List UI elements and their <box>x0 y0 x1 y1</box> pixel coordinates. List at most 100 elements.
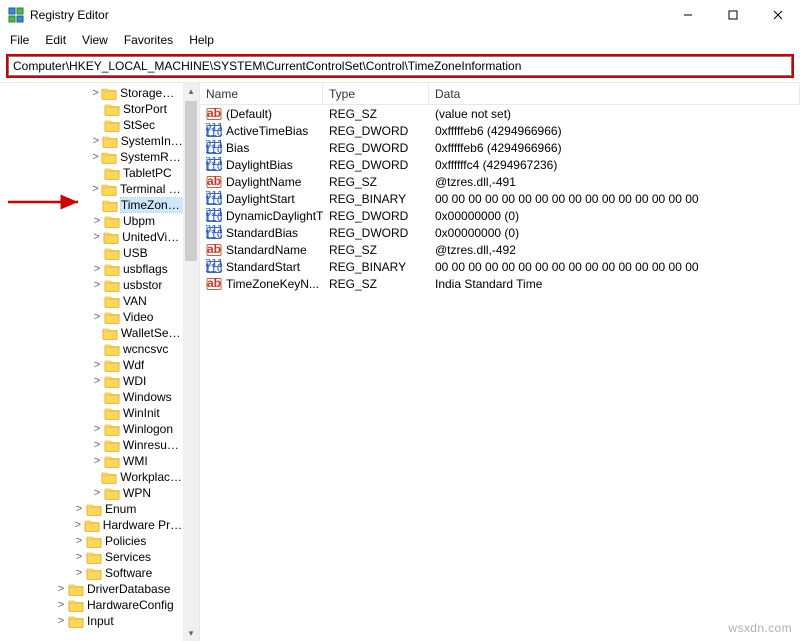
tree-item[interactable]: >Policies <box>0 533 183 549</box>
tree-item[interactable]: >Services <box>0 549 183 565</box>
expander-icon[interactable]: > <box>90 263 104 275</box>
expander-icon[interactable]: > <box>90 375 104 387</box>
tree-item[interactable]: USB <box>0 245 183 261</box>
expander-icon[interactable]: > <box>72 503 86 515</box>
tree-item[interactable]: wcncsvc <box>0 341 183 357</box>
tree-item[interactable]: >SystemResour <box>0 149 183 165</box>
tree-item-label: usbstor <box>123 278 162 292</box>
column-data[interactable]: Data <box>429 84 800 104</box>
value-data: 0xfffffeb6 (4294966966) <box>429 124 800 138</box>
tree-item[interactable]: >HardwareConfig <box>0 597 183 613</box>
minimize-button[interactable] <box>665 0 710 30</box>
expander-icon[interactable]: > <box>54 583 68 595</box>
tree-item[interactable]: >Enum <box>0 501 183 517</box>
tree-item[interactable]: >Hardware Profiles <box>0 517 183 533</box>
value-row[interactable]: 011110BiasREG_DWORD0xfffffeb6 (429496696… <box>200 139 800 156</box>
close-button[interactable] <box>755 0 800 30</box>
expander-icon[interactable]: > <box>72 519 84 531</box>
tree-item[interactable]: >WPN <box>0 485 183 501</box>
tree-item[interactable]: >Wdf <box>0 357 183 373</box>
expander-icon[interactable]: > <box>90 135 102 147</box>
expander-icon[interactable]: > <box>90 183 101 195</box>
expander-icon[interactable]: > <box>72 567 86 579</box>
tree-item[interactable]: > usbstor <box>0 277 183 293</box>
tree-item[interactable]: >Video <box>0 309 183 325</box>
tree-item[interactable]: > usbflags <box>0 261 183 277</box>
value-name: Bias <box>226 141 249 155</box>
value-row[interactable]: 011110DynamicDaylightT...REG_DWORD0x0000… <box>200 207 800 224</box>
tree-item[interactable]: Windows <box>0 389 183 405</box>
expander-icon[interactable]: > <box>54 615 68 627</box>
scroll-thumb[interactable] <box>185 101 197 261</box>
tree-item[interactable]: > DriverDatabase <box>0 581 183 597</box>
tree-item[interactable]: >SystemInform <box>0 133 183 149</box>
value-row[interactable]: ab(Default)REG_SZ(value not set) <box>200 105 800 122</box>
value-row[interactable]: 011110ActiveTimeBiasREG_DWORD0xfffffeb6 … <box>200 122 800 139</box>
tree-item[interactable]: >StorageManag <box>0 85 183 101</box>
menu-favorites[interactable]: Favorites <box>118 31 179 49</box>
menu-file[interactable]: File <box>4 31 35 49</box>
tree-item[interactable]: >Winresume <box>0 437 183 453</box>
tree-item[interactable]: StSec <box>0 117 183 133</box>
expander-icon[interactable]: > <box>72 551 86 563</box>
menu-edit[interactable]: Edit <box>39 31 72 49</box>
scroll-down-icon[interactable]: ▾ <box>183 625 199 641</box>
expander-icon[interactable]: > <box>90 151 101 163</box>
expander-icon[interactable]: > <box>90 87 101 99</box>
tree-item[interactable]: > WMI <box>0 453 183 469</box>
value-row[interactable]: abDaylightNameREG_SZ@tzres.dll,-491 <box>200 173 800 190</box>
tree-item-label: TabletPC <box>123 166 172 180</box>
tree-item[interactable]: > UnitedVideo <box>0 229 183 245</box>
expander-icon[interactable]: > <box>90 455 104 467</box>
tree-pane[interactable]: >StorageManagStorPortStSec>SystemInform>… <box>0 83 200 641</box>
tree-scrollbar[interactable]: ▴ ▾ <box>183 83 199 641</box>
column-name[interactable]: Name <box>200 84 323 104</box>
expander-icon[interactable]: > <box>90 487 104 499</box>
folder-icon <box>84 519 100 532</box>
expander-icon[interactable]: > <box>90 439 104 451</box>
folder-icon <box>104 391 120 404</box>
window-title: Registry Editor <box>30 8 665 22</box>
tree-item-label: DriverDatabase <box>87 582 170 596</box>
folder-icon <box>101 183 117 196</box>
scroll-up-icon[interactable]: ▴ <box>183 83 199 99</box>
tree-item-label: usbflags <box>123 262 168 276</box>
expander-icon[interactable]: > <box>90 279 104 291</box>
expander-icon[interactable]: > <box>90 215 104 227</box>
tree-item[interactable]: >Winlogon <box>0 421 183 437</box>
tree-item[interactable]: WinInit <box>0 405 183 421</box>
column-type[interactable]: Type <box>323 84 429 104</box>
tree-item[interactable]: >Software <box>0 565 183 581</box>
folder-icon <box>86 551 102 564</box>
menu-help[interactable]: Help <box>183 31 220 49</box>
value-row[interactable]: abTimeZoneKeyN...REG_SZIndia Standard Ti… <box>200 275 800 292</box>
tree-item[interactable]: >WDI <box>0 373 183 389</box>
tree-item-label: WMI <box>123 454 148 468</box>
expander-icon[interactable]: > <box>90 311 104 323</box>
tree-item[interactable]: WorkplaceJoin <box>0 469 183 485</box>
menu-view[interactable]: View <box>76 31 114 49</box>
value-row[interactable]: 011110DaylightBiasREG_DWORD0xffffffc4 (4… <box>200 156 800 173</box>
tree-item[interactable]: TabletPC <box>0 165 183 181</box>
expander-icon[interactable]: > <box>90 423 104 435</box>
address-input[interactable] <box>8 56 792 76</box>
tree-item[interactable]: >Ubpm <box>0 213 183 229</box>
tree-item[interactable]: WalletService <box>0 325 183 341</box>
tree-item[interactable]: >Input <box>0 613 183 629</box>
value-row[interactable]: 011110StandardStartREG_BINARY00 00 00 00… <box>200 258 800 275</box>
expander-icon[interactable]: > <box>54 599 68 611</box>
tree-item[interactable]: StorPort <box>0 101 183 117</box>
watermark: wsxdn.com <box>728 621 792 635</box>
expander-icon[interactable]: > <box>72 535 86 547</box>
value-row[interactable]: abStandardNameREG_SZ@tzres.dll,-492 <box>200 241 800 258</box>
values-header[interactable]: Name Type Data <box>200 83 800 105</box>
expander-icon[interactable]: > <box>90 231 103 243</box>
value-row[interactable]: 011110DaylightStartREG_BINARY00 00 00 00… <box>200 190 800 207</box>
value-row[interactable]: 011110StandardBiasREG_DWORD0x00000000 (0… <box>200 224 800 241</box>
maximize-button[interactable] <box>710 0 755 30</box>
expander-icon[interactable]: > <box>90 359 104 371</box>
tree-item[interactable]: TimeZoneInfo <box>0 197 183 213</box>
tree-item[interactable]: VAN <box>0 293 183 309</box>
tree-item-label: UnitedVideo <box>122 230 183 244</box>
tree-item[interactable]: >Terminal Serve <box>0 181 183 197</box>
